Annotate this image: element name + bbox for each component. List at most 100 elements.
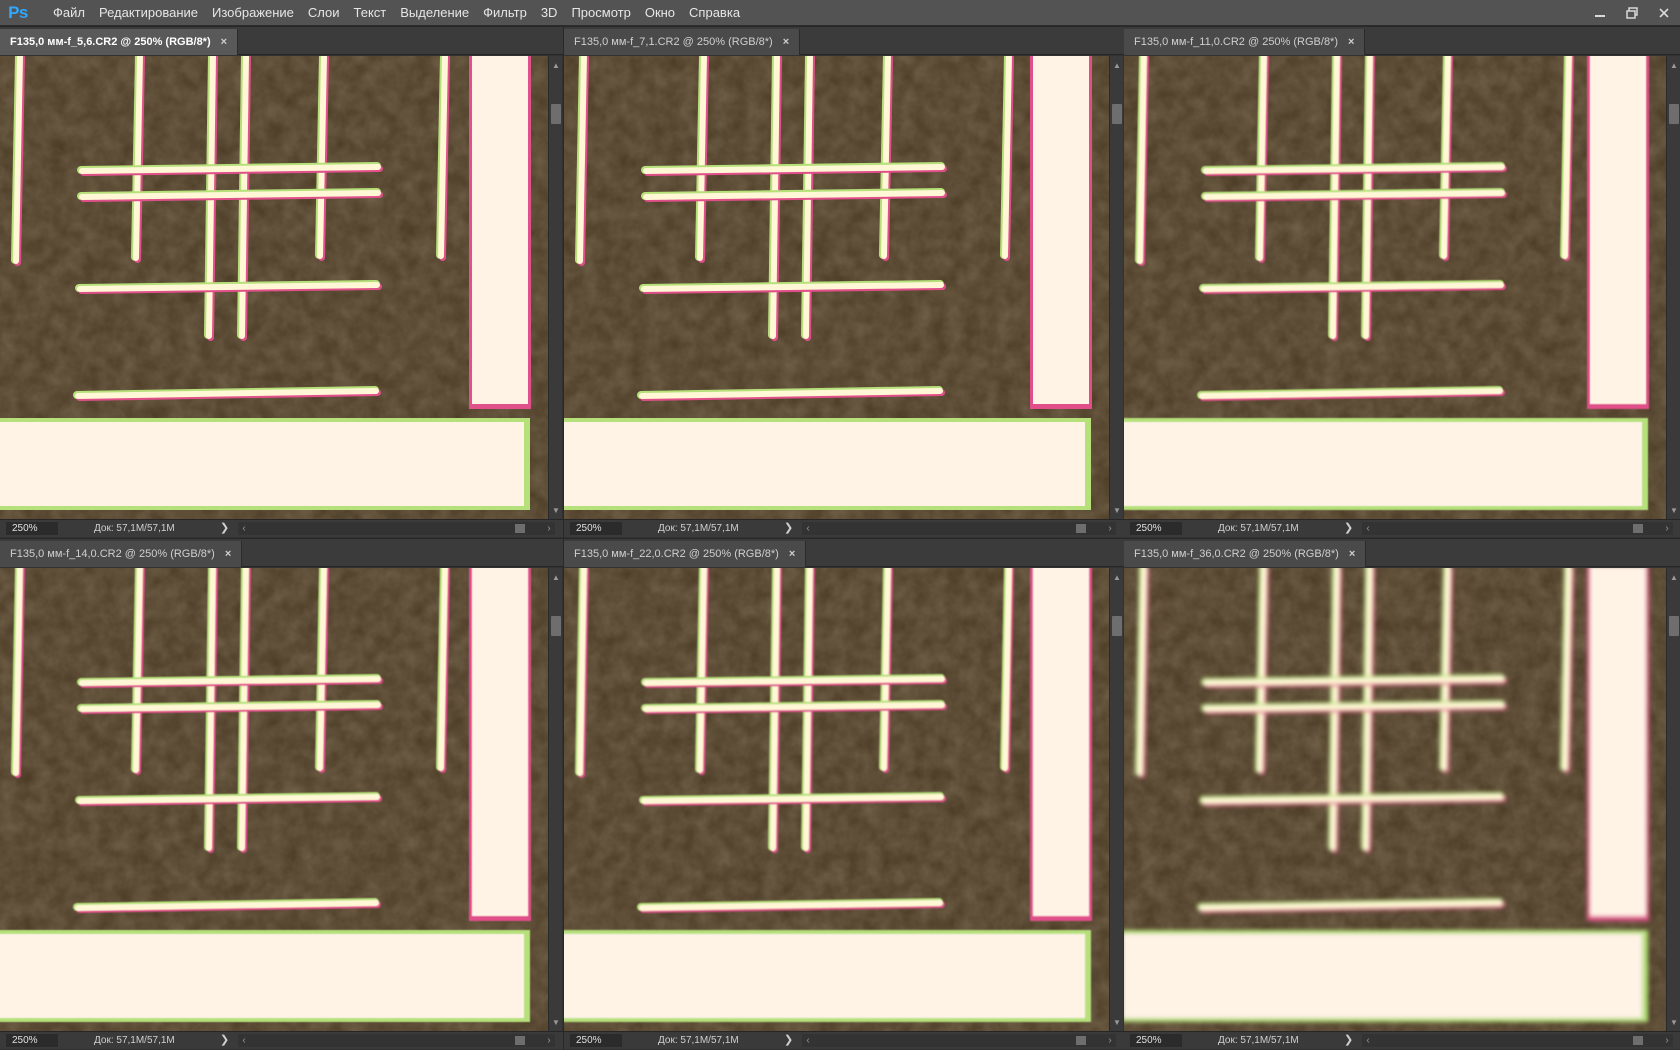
document-window[interactable]: F135,0 мм-f_11,0.CR2 @ 250% (RGB/8*) × ▲ ▼ 2… xyxy=(1124,27,1680,538)
info-menu-arrow-icon[interactable]: ❯ xyxy=(784,521,793,534)
tab-close-icon[interactable]: × xyxy=(1348,36,1354,48)
horizontal-scrollbar[interactable]: ‹ › xyxy=(238,522,555,535)
document-tab[interactable]: F135,0 мм-f_36,0.CR2 @ 250% (RGB/8*) × xyxy=(1124,541,1367,567)
document-window[interactable]: F135,0 мм-f_22,0.CR2 @ 250% (RGB/8*) × ▲ ▼ 2… xyxy=(564,539,1124,1050)
document-tab[interactable]: F135,0 мм-f_5,6.CR2 @ 250% (RGB/8*) × xyxy=(0,29,239,55)
scroll-down-icon[interactable]: ▼ xyxy=(1110,1015,1124,1029)
menu-item[interactable]: Файл xyxy=(46,0,92,26)
menu-item[interactable]: Просмотр xyxy=(564,0,637,26)
info-menu-arrow-icon[interactable]: ❯ xyxy=(220,1033,229,1046)
scroll-down-icon[interactable]: ▼ xyxy=(549,1015,563,1029)
scrollbar-thumb[interactable] xyxy=(1669,616,1679,636)
document-tab[interactable]: F135,0 мм-f_22,0.CR2 @ 250% (RGB/8*) × xyxy=(564,541,807,567)
horizontal-scrollbar[interactable]: ‹ › xyxy=(1362,522,1673,535)
scroll-left-icon[interactable]: ‹ xyxy=(1362,522,1374,535)
tab-close-icon[interactable]: × xyxy=(783,36,789,48)
scroll-up-icon[interactable]: ▲ xyxy=(1667,58,1680,72)
vertical-scrollbar[interactable]: ▲ ▼ xyxy=(1109,568,1123,1031)
menu-item[interactable]: Справка xyxy=(682,0,747,26)
horizontal-scrollbar[interactable]: ‹ › xyxy=(238,1034,555,1047)
scrollbar-thumb[interactable] xyxy=(1112,616,1122,636)
canvas-area[interactable] xyxy=(1124,56,1666,519)
scrollbar-thumb[interactable] xyxy=(515,524,525,533)
scrollbar-thumb[interactable] xyxy=(551,616,561,636)
canvas-image[interactable] xyxy=(564,56,1109,519)
info-menu-arrow-icon[interactable]: ❯ xyxy=(1344,521,1353,534)
scroll-right-icon[interactable]: › xyxy=(1661,1034,1673,1047)
horizontal-scrollbar[interactable]: ‹ › xyxy=(1362,1034,1673,1047)
scroll-right-icon[interactable]: › xyxy=(543,1034,555,1047)
scroll-down-icon[interactable]: ▼ xyxy=(1110,503,1124,517)
menu-item[interactable]: Текст xyxy=(347,0,394,26)
vertical-scrollbar[interactable]: ▲ ▼ xyxy=(548,56,562,519)
close-icon[interactable] xyxy=(1648,0,1680,26)
canvas-image[interactable] xyxy=(564,568,1109,1031)
document-window[interactable]: F135,0 мм-f_7,1.CR2 @ 250% (RGB/8*) × ▲ ▼ 25… xyxy=(564,27,1124,538)
scroll-down-icon[interactable]: ▼ xyxy=(1667,503,1680,517)
info-menu-arrow-icon[interactable]: ❯ xyxy=(784,1033,793,1046)
canvas-image[interactable] xyxy=(0,568,548,1031)
scrollbar-thumb[interactable] xyxy=(1633,524,1643,533)
info-menu-arrow-icon[interactable]: ❯ xyxy=(1344,1033,1353,1046)
scroll-up-icon[interactable]: ▲ xyxy=(549,570,563,584)
menu-item[interactable]: 3D xyxy=(534,0,565,26)
menu-item[interactable]: Выделение xyxy=(393,0,476,26)
menu-item[interactable]: Фильтр xyxy=(476,0,534,26)
zoom-level-field[interactable]: 250% xyxy=(570,522,622,535)
canvas-area[interactable] xyxy=(0,568,548,1031)
canvas-image[interactable] xyxy=(1124,568,1666,1031)
scroll-left-icon[interactable]: ‹ xyxy=(238,522,250,535)
scroll-up-icon[interactable]: ▲ xyxy=(1110,58,1124,72)
scroll-down-icon[interactable]: ▼ xyxy=(549,503,563,517)
menu-item[interactable]: Редактирование xyxy=(92,0,205,26)
scrollbar-thumb[interactable] xyxy=(1112,104,1122,124)
document-window[interactable]: F135,0 мм-f_14,0.CR2 @ 250% (RGB/8*) × ▲ ▼ 2… xyxy=(0,539,563,1050)
tab-close-icon[interactable]: × xyxy=(1349,548,1355,560)
info-menu-arrow-icon[interactable]: ❯ xyxy=(220,521,229,534)
scroll-right-icon[interactable]: › xyxy=(1104,1034,1116,1047)
scrollbar-thumb[interactable] xyxy=(1076,1036,1086,1045)
vertical-scrollbar[interactable]: ▲ ▼ xyxy=(1666,56,1680,519)
document-tab[interactable]: F135,0 мм-f_14,0.CR2 @ 250% (RGB/8*) × xyxy=(0,541,243,567)
scrollbar-thumb[interactable] xyxy=(515,1036,525,1045)
scroll-left-icon[interactable]: ‹ xyxy=(1362,1034,1374,1047)
canvas-area[interactable] xyxy=(0,56,548,519)
tab-close-icon[interactable]: × xyxy=(789,548,795,560)
scroll-right-icon[interactable]: › xyxy=(1661,522,1673,535)
photoshop-logo[interactable]: Ps xyxy=(2,0,34,26)
canvas-area[interactable] xyxy=(564,56,1109,519)
zoom-level-field[interactable]: 250% xyxy=(6,1034,58,1047)
menu-item[interactable]: Слои xyxy=(301,0,347,26)
vertical-scrollbar[interactable]: ▲ ▼ xyxy=(1109,56,1123,519)
scroll-up-icon[interactable]: ▲ xyxy=(1110,570,1124,584)
document-window[interactable]: F135,0 мм-f_36,0.CR2 @ 250% (RGB/8*) × ▲ ▼ 2… xyxy=(1124,539,1680,1050)
scroll-left-icon[interactable]: ‹ xyxy=(802,522,814,535)
zoom-level-field[interactable]: 250% xyxy=(1130,1034,1182,1047)
document-window[interactable]: F135,0 мм-f_5,6.CR2 @ 250% (RGB/8*) × ▲ ▼ 25… xyxy=(0,27,563,538)
menu-item[interactable]: Окно xyxy=(638,0,682,26)
scroll-right-icon[interactable]: › xyxy=(1104,522,1116,535)
restore-icon[interactable] xyxy=(1616,0,1648,26)
horizontal-scrollbar[interactable]: ‹ › xyxy=(802,522,1116,535)
document-tab[interactable]: F135,0 мм-f_11,0.CR2 @ 250% (RGB/8*) × xyxy=(1124,29,1366,55)
scrollbar-thumb[interactable] xyxy=(1076,524,1086,533)
menu-item[interactable]: Изображение xyxy=(205,0,301,26)
scrollbar-thumb[interactable] xyxy=(551,104,561,124)
scrollbar-thumb[interactable] xyxy=(1633,1036,1643,1045)
minimize-icon[interactable] xyxy=(1584,0,1616,26)
zoom-level-field[interactable]: 250% xyxy=(1130,522,1182,535)
scroll-up-icon[interactable]: ▲ xyxy=(1667,570,1680,584)
horizontal-scrollbar[interactable]: ‹ › xyxy=(802,1034,1116,1047)
canvas-area[interactable] xyxy=(1124,568,1666,1031)
tab-close-icon[interactable]: × xyxy=(225,548,231,560)
canvas-image[interactable] xyxy=(1124,56,1666,519)
vertical-scrollbar[interactable]: ▲ ▼ xyxy=(548,568,562,1031)
scroll-right-icon[interactable]: › xyxy=(543,522,555,535)
scroll-up-icon[interactable]: ▲ xyxy=(549,58,563,72)
scroll-left-icon[interactable]: ‹ xyxy=(802,1034,814,1047)
vertical-scrollbar[interactable]: ▲ ▼ xyxy=(1666,568,1680,1031)
scrollbar-thumb[interactable] xyxy=(1669,104,1679,124)
scroll-left-icon[interactable]: ‹ xyxy=(238,1034,250,1047)
zoom-level-field[interactable]: 250% xyxy=(6,522,58,535)
document-tab[interactable]: F135,0 мм-f_7,1.CR2 @ 250% (RGB/8*) × xyxy=(564,29,801,55)
